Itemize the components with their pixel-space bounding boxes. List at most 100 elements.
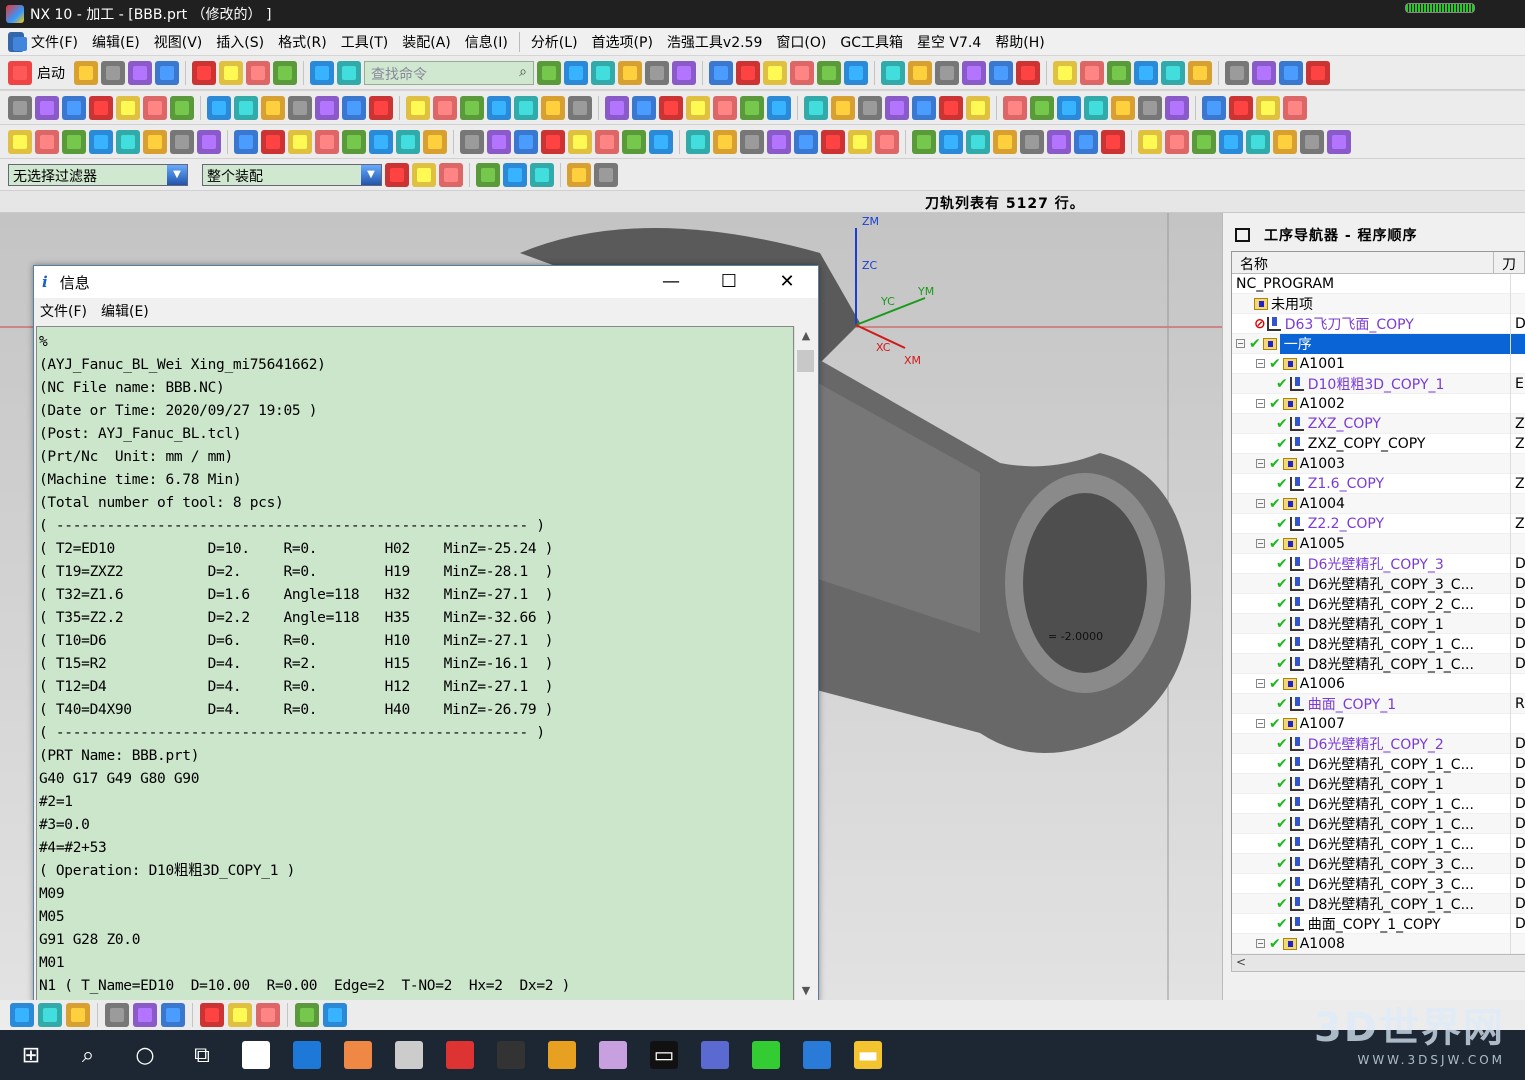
- tree-row[interactable]: ✔ Z2.2_COPY Z: [1232, 514, 1525, 534]
- ie-browser-icon[interactable]: [293, 1041, 321, 1069]
- task-view-icon[interactable]: ⧉: [185, 1038, 219, 1072]
- maximize-button[interactable]: ☐: [700, 266, 758, 298]
- toolbar-button-icon[interactable]: [939, 129, 963, 154]
- toolbar-button-icon[interactable]: [912, 129, 936, 154]
- toolbar-button-icon[interactable]: [881, 60, 905, 85]
- toolbar-button-icon[interactable]: [342, 95, 366, 120]
- toolbar-button-icon[interactable]: [831, 95, 855, 120]
- toolbar-button-icon[interactable]: [848, 129, 872, 154]
- window-icon[interactable]: [1235, 228, 1250, 242]
- toolbar-button-icon[interactable]: [315, 129, 339, 154]
- toolbar-button-icon[interactable]: [1107, 60, 1131, 85]
- toolbar-button-icon[interactable]: [794, 129, 818, 154]
- toolbar-button-icon[interactable]: [1053, 60, 1077, 85]
- collapse-icon[interactable]: −: [1256, 679, 1265, 688]
- tree-row[interactable]: − ✔ A1005: [1232, 534, 1525, 554]
- tree-row[interactable]: ✔ D6光壁精孔_COPY_1_C... D: [1232, 834, 1525, 854]
- toolbar-button-icon[interactable]: [1283, 95, 1307, 120]
- tree-row[interactable]: ✔ D8光壁精孔_COPY_1_C... D: [1232, 894, 1525, 914]
- toolbar-button-icon[interactable]: [713, 129, 737, 154]
- toolbar-button-icon[interactable]: [207, 95, 231, 120]
- menu-item[interactable]: 分析(L): [524, 32, 585, 52]
- toolbar-button-icon[interactable]: [256, 1003, 280, 1027]
- tree-row[interactable]: ✔ D6光壁精孔_COPY_1_C... D: [1232, 754, 1525, 774]
- toolbar-button-icon[interactable]: [460, 95, 484, 120]
- toolbar-button-icon[interactable]: [1219, 129, 1243, 154]
- toolbar-button-icon[interactable]: [858, 95, 882, 120]
- start-button[interactable]: 启动: [37, 63, 65, 83]
- cortana-icon[interactable]: ○: [128, 1038, 162, 1072]
- horizontal-scrollbar[interactable]: <: [1231, 954, 1525, 972]
- toolbar-button-icon[interactable]: [342, 129, 366, 154]
- pinwheel-app-icon[interactable]: [242, 1041, 270, 1069]
- toolbar-button-icon[interactable]: [686, 95, 710, 120]
- toolbar-button-icon[interactable]: [804, 95, 828, 120]
- toolbar-button-icon[interactable]: [101, 60, 125, 85]
- toolbar-button-icon[interactable]: [503, 162, 527, 187]
- scroll-left-icon[interactable]: <: [1236, 955, 1246, 969]
- toolbar-button-icon[interactable]: [89, 129, 113, 154]
- collapse-icon[interactable]: −: [1256, 499, 1265, 508]
- toolbar-button-icon[interactable]: [369, 129, 393, 154]
- tree-row[interactable]: ✔ D6光壁精孔_COPY_3_C... D: [1232, 574, 1525, 594]
- toolbar-button-icon[interactable]: [310, 60, 334, 85]
- tree-row[interactable]: ✔ ZXZ_COPY Z: [1232, 414, 1525, 434]
- tree-row[interactable]: ✔ D6光壁精孔_COPY_2_C... D: [1232, 594, 1525, 614]
- toolbar-button-icon[interactable]: [1020, 129, 1044, 154]
- toolbar-button-icon[interactable]: [740, 129, 764, 154]
- toolbar-button-icon[interactable]: [1165, 129, 1189, 154]
- toolbar-button-icon[interactable]: [143, 95, 167, 120]
- toolbar-button-icon[interactable]: [487, 95, 511, 120]
- tree-row[interactable]: NC_PROGRAM: [1232, 274, 1525, 294]
- menu-item[interactable]: 窗口(O): [769, 32, 833, 52]
- tree-row[interactable]: ✔ D10粗粗3D_COPY_1 ED: [1232, 374, 1525, 394]
- toolbar-button-icon[interactable]: [530, 162, 554, 187]
- chevron-down-icon[interactable]: ▼: [167, 164, 187, 185]
- toolbar-button-icon[interactable]: [487, 129, 511, 154]
- toolbar-button-icon[interactable]: [912, 95, 936, 120]
- tree-row[interactable]: ✔ D6光壁精孔_COPY_1_C... D: [1232, 814, 1525, 834]
- collapse-icon[interactable]: −: [1256, 539, 1265, 548]
- toolbar-button-icon[interactable]: [460, 129, 484, 154]
- toolbar-button-icon[interactable]: [128, 60, 152, 85]
- menu-item[interactable]: 工具(T): [334, 32, 395, 52]
- toolbar-button-icon[interactable]: [541, 95, 565, 120]
- toolbar-button-icon[interactable]: [1229, 95, 1253, 120]
- toolbar-button-icon[interactable]: [1074, 129, 1098, 154]
- toolbar-button-icon[interactable]: [234, 129, 258, 154]
- tree-row[interactable]: − ✔ A1007: [1232, 714, 1525, 734]
- toolbar-button-icon[interactable]: [645, 60, 669, 85]
- collapse-icon[interactable]: −: [1256, 459, 1265, 468]
- tree-row[interactable]: ✔ D6光壁精孔_COPY_3_C... D: [1232, 874, 1525, 894]
- toolbar-button-icon[interactable]: [962, 60, 986, 85]
- collapse-icon[interactable]: −: [1256, 359, 1265, 368]
- toolbar-button-icon[interactable]: [105, 1003, 129, 1027]
- menu-item[interactable]: 帮助(H): [988, 32, 1051, 52]
- tree-row[interactable]: ✔ 曲面_COPY_1_COPY D: [1232, 914, 1525, 934]
- toolbar-button-icon[interactable]: [844, 60, 868, 85]
- file-explorer-icon[interactable]: ▬: [854, 1041, 882, 1069]
- toolbar-button-icon[interactable]: [170, 95, 194, 120]
- toolbar-button-icon[interactable]: [62, 95, 86, 120]
- toolbar-button-icon[interactable]: [288, 95, 312, 120]
- toolbar-button-icon[interactable]: [1202, 95, 1226, 120]
- toolbar-button-icon[interactable]: [133, 1003, 157, 1027]
- menu-item[interactable]: 装配(A): [395, 32, 458, 52]
- toolbar-button-icon[interactable]: [8, 129, 32, 154]
- tree-row[interactable]: ✔ D6光壁精孔_COPY_2 D: [1232, 734, 1525, 754]
- toolbar-button-icon[interactable]: [35, 95, 59, 120]
- toolbar-button-icon[interactable]: [1111, 95, 1135, 120]
- toolbar-button-icon[interactable]: [439, 162, 463, 187]
- assembly-scope-dropdown[interactable]: 整个装配 ▼: [202, 163, 382, 186]
- 3d-box-app-icon[interactable]: [599, 1041, 627, 1069]
- toolbar-button-icon[interactable]: [767, 129, 791, 154]
- toolbar-button-icon[interactable]: [659, 95, 683, 120]
- vertical-scrollbar[interactable]: ▲ ▼: [794, 326, 816, 1001]
- column-name[interactable]: 名称: [1232, 252, 1494, 273]
- toolbar-button-icon[interactable]: [1306, 60, 1330, 85]
- command-search-input[interactable]: 查找命令 ⌕: [364, 60, 534, 85]
- toolbar-button-icon[interactable]: [1161, 60, 1185, 85]
- toolbar-button-icon[interactable]: [1057, 95, 1081, 120]
- paint-app-icon[interactable]: [446, 1041, 474, 1069]
- toolbar-button-icon[interactable]: [315, 95, 339, 120]
